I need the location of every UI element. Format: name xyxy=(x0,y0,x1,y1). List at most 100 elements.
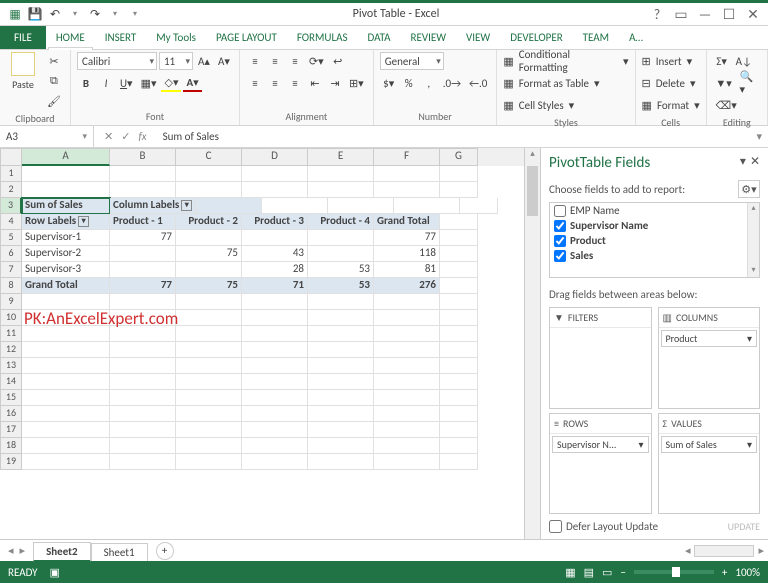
cell-b3[interactable]: Column Labels▾ xyxy=(110,198,196,214)
col-header-d[interactable]: D xyxy=(242,148,308,166)
clear-button[interactable]: ⌫▾ xyxy=(713,96,740,114)
horizontal-scrollbar[interactable] xyxy=(694,545,754,557)
row-header[interactable]: 12 xyxy=(0,342,22,358)
indent-inc-button[interactable]: ⇥ xyxy=(326,74,344,92)
format-painter-button[interactable]: 🖌 xyxy=(44,92,64,110)
cell-f6[interactable]: 118 xyxy=(374,246,440,262)
tab-view[interactable]: VIEW xyxy=(456,26,500,49)
tab-formulas[interactable]: FORMULAS xyxy=(287,26,358,49)
add-sheet-button[interactable]: + xyxy=(156,542,174,560)
pane-options-icon[interactable]: ▾ xyxy=(740,154,746,169)
delete-cells-button[interactable]: Delete xyxy=(653,74,688,92)
macro-record-icon[interactable]: ▣ xyxy=(50,566,60,579)
fill-button[interactable]: ▼▾ xyxy=(713,74,735,92)
field-product[interactable]: Product xyxy=(550,233,759,248)
row-header[interactable]: 16 xyxy=(0,406,22,422)
row-header[interactable]: 14 xyxy=(0,374,22,390)
shrink-font-button[interactable]: A▾ xyxy=(215,52,233,70)
font-size-combo[interactable]: 11 xyxy=(159,52,193,70)
cell-styles-button[interactable]: Cell Styles xyxy=(516,96,567,114)
orientation-button[interactable]: ⟳▾ xyxy=(306,52,327,70)
fieldlist-scrollbar[interactable]: ▴ ▾ xyxy=(747,203,759,277)
align-center-button[interactable]: ≡ xyxy=(266,74,284,92)
sort-button[interactable]: A↓ xyxy=(733,52,755,70)
qat-customize-icon[interactable]: ▾ xyxy=(126,5,144,23)
sheet-tab-sheet2[interactable]: Sheet2 xyxy=(33,542,91,562)
sheet-tab-sheet1[interactable]: Sheet1 xyxy=(91,543,148,561)
italic-button[interactable]: I xyxy=(97,74,115,92)
rows-area[interactable]: ≡ROWS Supervisor N...▾ xyxy=(549,413,652,515)
tab-mytools[interactable]: My Tools xyxy=(146,26,206,49)
formula-input[interactable]: Sum of Sales xyxy=(157,130,751,143)
field-sales[interactable]: Sales xyxy=(550,248,759,263)
values-item-sales[interactable]: Sum of Sales▾ xyxy=(661,436,758,453)
row-header[interactable]: 19 xyxy=(0,454,22,470)
underline-button[interactable]: U▾ xyxy=(117,74,136,92)
fx-icon[interactable]: fx xyxy=(138,130,146,143)
border-button[interactable]: ▦▾ xyxy=(138,74,160,92)
cell-c4[interactable]: Product - 2 xyxy=(176,214,242,230)
chevron-down-icon[interactable]: ▾ xyxy=(747,332,752,345)
help-button[interactable]: ? xyxy=(648,6,666,23)
fill-color-button[interactable]: ◇▾ xyxy=(161,74,181,92)
col-header-a[interactable]: A xyxy=(22,148,110,166)
inc-decimal-button[interactable]: .0→ xyxy=(440,74,464,92)
tab-more[interactable]: A… xyxy=(619,26,653,49)
zoom-slider[interactable] xyxy=(634,570,714,574)
col-header-g[interactable]: G xyxy=(440,148,478,166)
align-right-button[interactable]: ≡ xyxy=(286,74,304,92)
worksheet-grid[interactable]: A B C D E F G 1 2 3 Sum of Sales Column … xyxy=(0,148,524,539)
indent-dec-button[interactable]: ⇤ xyxy=(306,74,324,92)
vertical-scrollbar[interactable]: ▴ xyxy=(524,148,540,539)
format-cells-button[interactable]: Format xyxy=(654,96,692,114)
columns-area[interactable]: ▥COLUMNS Product▾ xyxy=(658,307,761,409)
chevron-down-icon[interactable]: ▾ xyxy=(638,438,643,451)
merge-button[interactable]: ⊞▾ xyxy=(346,74,367,92)
cut-button[interactable]: ✂ xyxy=(44,52,64,70)
font-name-combo[interactable]: Calibri xyxy=(77,52,157,70)
cell-e8[interactable]: 53 xyxy=(308,278,374,294)
hscroll-right-icon[interactable]: ▸ xyxy=(758,544,764,557)
row-header[interactable]: 6 xyxy=(0,246,22,262)
grow-font-button[interactable]: A▴ xyxy=(195,52,213,70)
paste-button[interactable]: Paste xyxy=(6,52,40,91)
row-header[interactable]: 7 xyxy=(0,262,22,278)
cell-a3[interactable]: Sum of Sales xyxy=(22,198,110,214)
cell-d8[interactable]: 71 xyxy=(242,278,308,294)
cell-a6[interactable]: Supervisor-2 xyxy=(22,246,110,262)
row-header[interactable]: 5 xyxy=(0,230,22,246)
bold-button[interactable]: B xyxy=(77,74,95,92)
cell-f8[interactable]: 276 xyxy=(374,278,440,294)
filter-dropdown-icon[interactable]: ▾ xyxy=(181,200,192,211)
cell-d4[interactable]: Product - 3 xyxy=(242,214,308,230)
view-pagebreak-icon[interactable]: ▭ xyxy=(602,566,612,579)
field-emp-name[interactable]: EMP Name xyxy=(550,203,759,218)
cell-b8[interactable]: 77 xyxy=(110,278,176,294)
col-header-c[interactable]: C xyxy=(176,148,242,166)
cell-a4[interactable]: Row Labels▾ xyxy=(22,214,110,230)
conditional-formatting-button[interactable]: Conditional Formatting xyxy=(516,52,621,70)
align-middle-button[interactable]: ≡ xyxy=(266,52,284,70)
update-button[interactable]: UPDATE xyxy=(728,520,760,533)
align-top-button[interactable]: ≡ xyxy=(246,52,264,70)
filter-dropdown-icon[interactable]: ▾ xyxy=(78,216,89,227)
dec-decimal-button[interactable]: ←.0 xyxy=(466,74,490,92)
close-button[interactable]: ✕ xyxy=(744,6,762,23)
tab-insert[interactable]: INSERT xyxy=(95,26,147,49)
save-button[interactable]: 💾 xyxy=(26,5,44,23)
minimize-button[interactable]: — xyxy=(696,6,714,23)
row-header[interactable]: 1 xyxy=(0,166,22,182)
col-header-f[interactable]: F xyxy=(374,148,440,166)
row-header[interactable]: 2 xyxy=(0,182,22,198)
sheet-nav-next-icon[interactable]: ▸ xyxy=(20,544,26,557)
col-header-e[interactable]: E xyxy=(308,148,374,166)
font-color-button[interactable]: A▾ xyxy=(183,74,201,92)
row-header[interactable]: 17 xyxy=(0,422,22,438)
cell-f4[interactable]: Grand Total xyxy=(374,214,440,230)
row-header[interactable]: 18 xyxy=(0,438,22,454)
accept-formula-icon[interactable]: ✓ xyxy=(121,130,130,143)
values-area[interactable]: ΣVALUES Sum of Sales▾ xyxy=(658,413,761,515)
hscroll-left-icon[interactable]: ◂ xyxy=(685,544,691,557)
cell-c6[interactable]: 75 xyxy=(176,246,242,262)
number-format-combo[interactable]: General xyxy=(380,52,444,70)
